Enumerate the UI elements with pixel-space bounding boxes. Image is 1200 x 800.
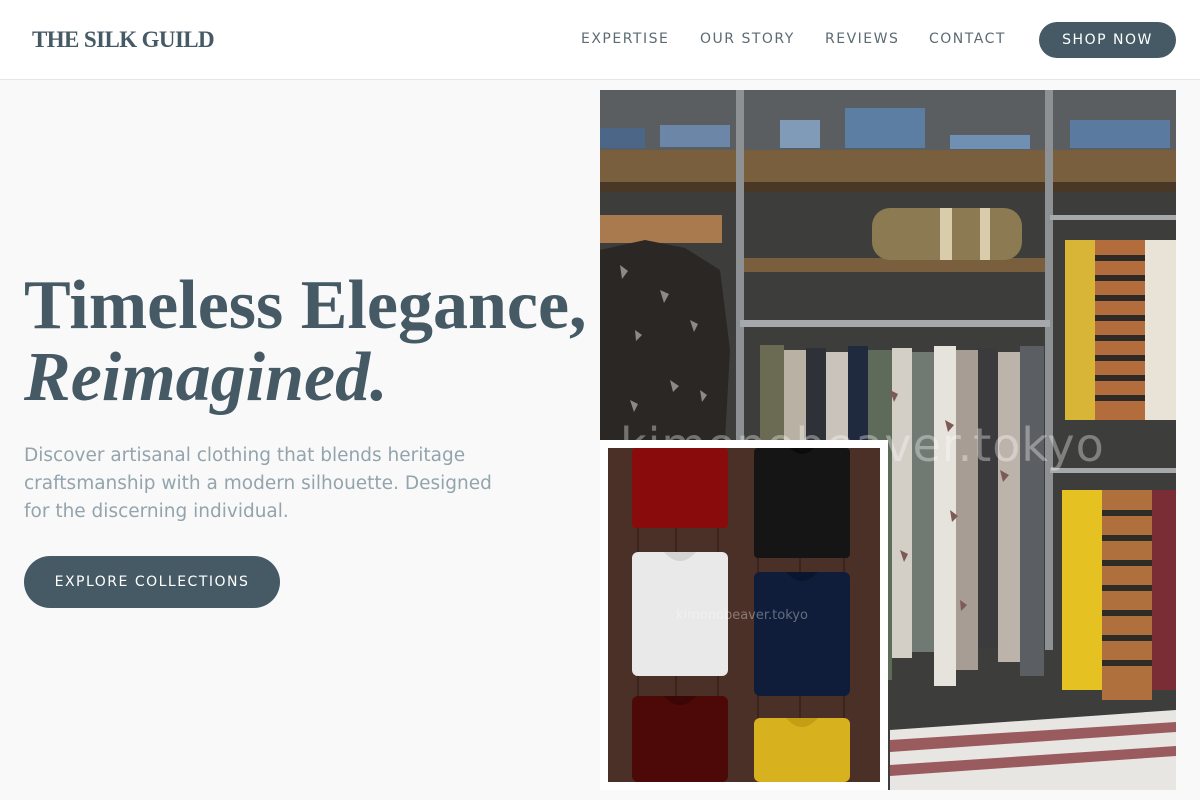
inset-image-watermark: kimonobeaver.tokyo xyxy=(676,608,808,623)
nav-link-contact[interactable]: CONTACT xyxy=(929,31,1006,47)
nav-link-our-story[interactable]: OUR STORY xyxy=(700,31,795,47)
main-nav: EXPERTISE OUR STORY REVIEWS CONTACT xyxy=(0,31,1200,49)
hero-subtext: Discover artisanal clothing that blends … xyxy=(24,445,492,522)
explore-collections-button[interactable]: EXPLORE COLLECTIONS xyxy=(24,556,280,608)
site-header: THE SILK GUILD EXPERTISE OUR STORY REVIE… xyxy=(0,0,1200,80)
nav-link-expertise[interactable]: EXPERTISE xyxy=(581,31,669,47)
nav-link-reviews[interactable]: REVIEWS xyxy=(825,31,899,47)
hero-headline: Timeless Elegance, Reimagined. xyxy=(24,270,604,414)
headline-line-1: Timeless Elegance, xyxy=(24,267,587,344)
headline-line-2: Reimagined. xyxy=(24,339,388,416)
shop-now-button[interactable]: SHOP NOW xyxy=(1039,22,1176,58)
